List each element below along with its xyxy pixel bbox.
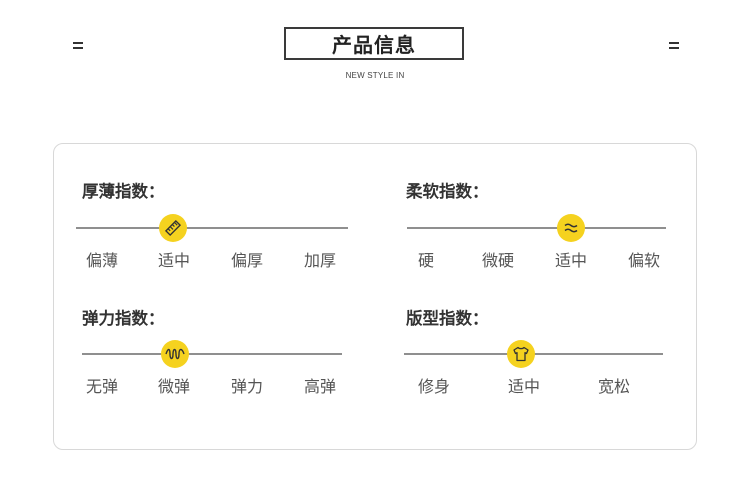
fit-option: 宽松 xyxy=(597,377,631,396)
softness-option: 偏软 xyxy=(627,251,661,270)
thickness-option: 适中 xyxy=(157,251,191,270)
thickness-index-title: 厚薄指数： xyxy=(82,182,165,201)
menu-icon-left xyxy=(73,41,83,50)
softness-option: 硬 xyxy=(417,251,435,270)
softness-option: 微硬 xyxy=(481,251,515,270)
spring-icon xyxy=(161,340,189,368)
elasticity-index-title: 弹力指数： xyxy=(82,309,165,328)
thickness-option: 偏厚 xyxy=(230,251,264,270)
softness-index-title: 柔软指数： xyxy=(406,182,489,201)
elasticity-option: 弹力 xyxy=(230,377,264,396)
product-index-card: 厚薄指数： 偏薄 适中 偏厚 加厚 柔软指数： 硬 微硬 适中 偏软 弹力指数：… xyxy=(53,143,697,450)
elasticity-option: 无弹 xyxy=(85,377,119,396)
product-info-page: 产品信息 NEW STYLE IN 厚薄指数： 偏薄 适中 偏厚 加厚 柔软指数… xyxy=(0,0,750,494)
tshirt-icon xyxy=(507,340,535,368)
wave-icon xyxy=(557,214,585,242)
fit-index-title: 版型指数： xyxy=(406,309,489,328)
thickness-option: 偏薄 xyxy=(85,251,119,270)
thickness-scale-line xyxy=(76,227,348,229)
elasticity-option: 微弹 xyxy=(157,377,191,396)
fit-option: 修身 xyxy=(417,377,451,396)
fit-option: 适中 xyxy=(507,377,541,396)
elasticity-option: 高弹 xyxy=(303,377,337,396)
thickness-option: 加厚 xyxy=(303,251,337,270)
softness-option: 适中 xyxy=(554,251,588,270)
menu-icon-right xyxy=(669,41,679,50)
section-subtitle: NEW STYLE IN xyxy=(345,71,405,80)
section-title: 产品信息 xyxy=(284,27,464,60)
softness-scale-line xyxy=(407,227,666,229)
elasticity-scale-line xyxy=(82,353,342,355)
ruler-icon xyxy=(159,214,187,242)
